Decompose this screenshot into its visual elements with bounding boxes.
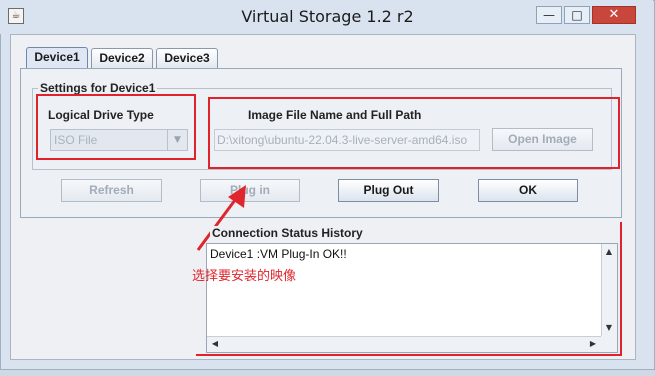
- maximize-button[interactable]: □: [564, 6, 590, 24]
- tab-device1[interactable]: Device1: [26, 47, 88, 69]
- desktop-strip: [0, 370, 655, 376]
- tab-device3[interactable]: Device3: [156, 48, 218, 69]
- highlight-drive-type: [36, 94, 196, 160]
- ok-button[interactable]: OK: [478, 179, 578, 202]
- minimize-button[interactable]: —: [536, 6, 562, 24]
- tab-device2[interactable]: Device2: [91, 48, 153, 69]
- highlight-image-path: [208, 97, 620, 169]
- highlight-history: [196, 222, 622, 356]
- title-bar[interactable]: ☕ Virtual Storage 1.2 r2 — □ ✕: [0, 0, 653, 34]
- refresh-button[interactable]: Refresh: [61, 179, 162, 202]
- settings-group-title: Settings for Device1: [38, 81, 158, 95]
- close-button[interactable]: ✕: [592, 6, 636, 24]
- plug-out-button[interactable]: Plug Out: [338, 179, 439, 202]
